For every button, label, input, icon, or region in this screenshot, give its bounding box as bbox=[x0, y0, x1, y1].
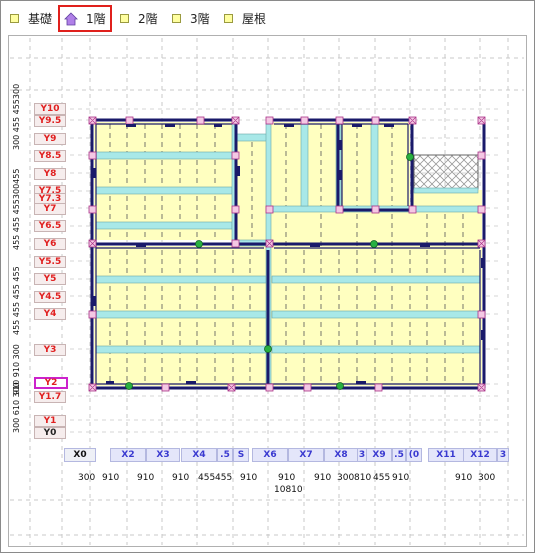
y-axis-label[interactable]: Y1.7 bbox=[34, 391, 66, 403]
y-axis-label[interactable]: Y10 bbox=[34, 103, 66, 115]
y-axis-label[interactable]: Y7 bbox=[34, 203, 66, 215]
y-axis-label[interactable]: Y8 bbox=[34, 168, 66, 180]
x-dimension: 810 bbox=[354, 473, 372, 483]
y-dimension-text: 455 455 455300455 bbox=[12, 168, 21, 250]
x-axis-label[interactable]: .5 bbox=[217, 448, 233, 462]
y-axis-label[interactable]: Y1 bbox=[34, 415, 66, 427]
x-axis-label[interactable]: 3 bbox=[497, 448, 509, 462]
x-axis-label[interactable]: X4 bbox=[181, 448, 217, 462]
x-axis-label[interactable]: .5 bbox=[392, 448, 406, 462]
y-axis-label[interactable]: Y0 bbox=[34, 427, 66, 439]
x-axis-label[interactable]: X6 bbox=[252, 448, 288, 462]
x-total-dimension: 10810 bbox=[274, 485, 303, 495]
y-axis-label[interactable]: Y6 bbox=[34, 238, 66, 250]
y-axis-label[interactable]: Y3 bbox=[34, 344, 66, 356]
x-dimension: 910 bbox=[314, 473, 332, 483]
x-dimension: 455 bbox=[215, 473, 233, 483]
y-dimension-text: 300 455 455300 bbox=[12, 83, 21, 150]
x-axis-label[interactable]: X2 bbox=[110, 448, 146, 462]
x-dimension: 910 bbox=[455, 473, 473, 483]
x-dimension: 300 bbox=[337, 473, 355, 483]
x-axis-label[interactable]: X7 bbox=[288, 448, 324, 462]
floor-plan-drawing[interactable] bbox=[0, 0, 535, 553]
y-dimension-text: 300 610 300 bbox=[12, 382, 21, 433]
x-dimension: 300 bbox=[78, 473, 96, 483]
y-axis-label[interactable]: Y8.5 bbox=[34, 150, 66, 162]
x-dimension: 455 bbox=[373, 473, 391, 483]
y-axis-label[interactable]: Y9.5 bbox=[34, 115, 66, 127]
y-axis-label[interactable]: Y4 bbox=[34, 308, 66, 320]
x-dimension: 910 bbox=[392, 473, 410, 483]
x-axis-label[interactable]: X8 bbox=[324, 448, 358, 462]
x-dimension: 910 bbox=[102, 473, 120, 483]
y-axis-label[interactable]: Y9 bbox=[34, 133, 66, 145]
y-axis-label[interactable]: Y6.5 bbox=[34, 220, 66, 232]
x-dimension: 910 bbox=[172, 473, 190, 483]
y-dimension-text: 455 455 455 455 bbox=[12, 266, 21, 335]
y-axis-label-selected[interactable]: Y2 bbox=[34, 377, 68, 389]
x-axis-label[interactable]: X3 bbox=[146, 448, 180, 462]
x-axis-label[interactable]: S bbox=[233, 448, 249, 462]
x-axis-label[interactable]: (0 bbox=[406, 448, 422, 462]
void-hatch bbox=[413, 154, 479, 190]
x-dimension: 910 bbox=[137, 473, 155, 483]
y-axis-label[interactable]: Y5 bbox=[34, 273, 66, 285]
x-dimension: 455 bbox=[198, 473, 216, 483]
x-dimension: 300 bbox=[478, 473, 496, 483]
x-axis-label[interactable]: X12 bbox=[463, 448, 497, 462]
y-axis-label[interactable]: Y5.5 bbox=[34, 256, 66, 268]
x-axis-label[interactable]: X11 bbox=[428, 448, 464, 462]
x-axis-label[interactable]: X0 bbox=[64, 448, 96, 462]
x-dimension: 910 bbox=[278, 473, 296, 483]
y-axis-label[interactable]: Y4.5 bbox=[34, 291, 66, 303]
x-dimension: 910 bbox=[240, 473, 258, 483]
x-axis-label[interactable]: X9 bbox=[366, 448, 392, 462]
